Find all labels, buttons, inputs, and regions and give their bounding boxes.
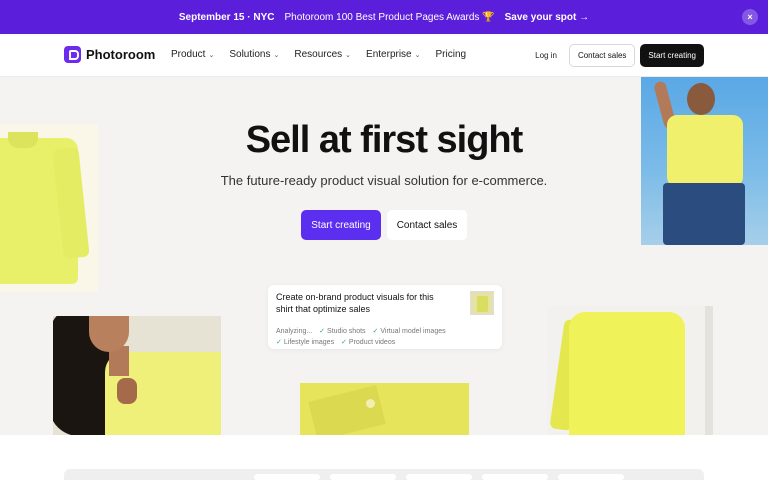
hero-actions: Start creating Contact sales [301, 210, 467, 240]
menu-label: Enterprise [366, 49, 412, 60]
hero-contact-sales-button[interactable]: Contact sales [387, 210, 467, 240]
nav-actions: Log in Contact sales Start creating [535, 44, 704, 67]
top-navigation: Photoroom Product ⌄ Solutions ⌄ Resources ⌄… [0, 34, 768, 77]
logo[interactable]: Photoroom [64, 46, 155, 63]
hero-section: Sell at first sight The future-ready pro… [0, 77, 768, 435]
hero-subtitle: The future-ready product visual solution… [220, 173, 548, 188]
menu-item-pricing[interactable]: Pricing [436, 49, 467, 60]
ai-prompt-card: Create on-brand product visuals for this… [268, 285, 502, 349]
check-icon: ✓ [276, 339, 282, 346]
section-tabs-bar [64, 469, 704, 480]
menu-label: Resources [294, 49, 343, 60]
chevron-down-icon: ⌄ [345, 51, 352, 59]
chevron-down-icon: ⌄ [414, 51, 421, 59]
banner-cta-link[interactable]: Save your spot → [505, 12, 589, 23]
model-closeup-image [53, 316, 221, 435]
close-icon[interactable]: × [742, 9, 758, 25]
analyzing-status: Analyzing... [276, 328, 313, 335]
chevron-down-icon: ⌄ [273, 51, 280, 59]
shirt-collar-closeup-image [300, 383, 469, 435]
prompt-text: Create on-brand product visuals for this… [276, 292, 434, 314]
check-item: Virtual model images [380, 328, 446, 335]
check-item: Studio shots [327, 328, 366, 335]
announcement-banner[interactable]: September 15 · NYC Photoroom 100 Best Pr… [0, 0, 768, 34]
logo-text: Photoroom [86, 47, 156, 62]
tab-placeholder[interactable] [406, 474, 472, 480]
menu-item-solutions[interactable]: Solutions ⌄ [229, 49, 279, 60]
menu-label: Pricing [435, 49, 467, 60]
photoroom-logo-icon [64, 46, 81, 63]
check-icon: ✓ [341, 339, 347, 346]
tab-placeholder[interactable] [254, 474, 320, 480]
contact-sales-button[interactable]: Contact sales [568, 44, 636, 67]
start-creating-button[interactable]: Start creating [640, 44, 704, 67]
check-icon: ✓ [372, 328, 379, 335]
menu-item-resources[interactable]: Resources ⌄ [294, 49, 351, 60]
tab-placeholder[interactable] [330, 474, 396, 480]
menu-item-product[interactable]: Product ⌄ [171, 49, 214, 60]
hanging-yellow-shirt-image [547, 306, 713, 435]
menu-label: Solutions [229, 49, 271, 60]
prompt-status: Analyzing... ✓ Studio shots ✓ Virtual mode… [276, 326, 496, 348]
hero-start-creating-button[interactable]: Start creating [301, 210, 381, 240]
menu-item-enterprise[interactable]: Enterprise ⌄ [366, 49, 420, 60]
shirt-thumbnail [470, 291, 494, 315]
check-icon: ✓ [319, 328, 326, 335]
menu-label: Product [171, 49, 206, 60]
tab-placeholder[interactable] [558, 474, 624, 480]
banner-award: Photoroom 100 Best Product Pages Awards … [284, 11, 495, 23]
check-item: Product videos [348, 339, 396, 346]
tab-placeholder[interactable] [482, 474, 548, 480]
login-link[interactable]: Log in [535, 51, 557, 60]
hero-title: Sell at first sight [245, 119, 524, 161]
main-menu: Product ⌄ Solutions ⌄ Resources ⌄ Enterpris… [171, 49, 481, 60]
banner-date: September 15 · NYC [178, 11, 275, 23]
check-item: Lifestyle images [283, 339, 335, 346]
chevron-down-icon: ⌄ [208, 51, 215, 59]
